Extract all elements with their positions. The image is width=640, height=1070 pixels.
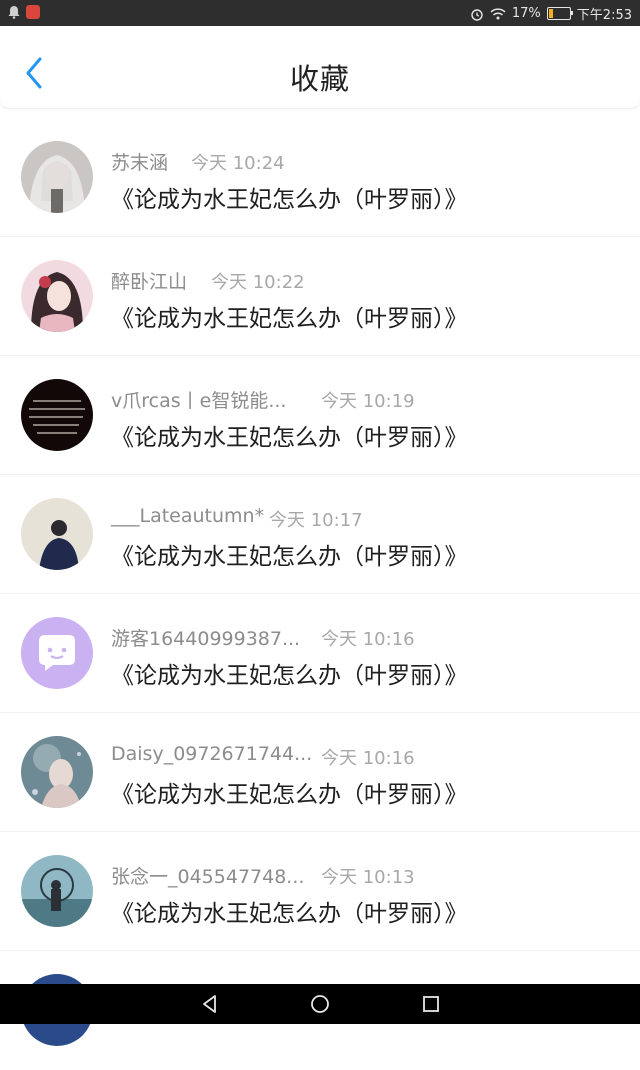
item-time: 今天 10:16	[321, 629, 415, 650]
page-title: 收藏	[289, 62, 350, 96]
status-indicators: 17% 下午2:53	[470, 4, 632, 23]
status-bar: 17% 下午2:53	[0, 0, 640, 26]
item-author: v爪rcas丨e智锐能...	[111, 390, 287, 412]
item-author: 醉卧江山	[111, 271, 188, 293]
item-title[interactable]: 《论成为水王妃怎么办（叶罗丽）》	[111, 299, 468, 333]
clock: 下午2:53	[576, 8, 632, 23]
favorites-list: 苏末涵 今天 10:24 《论成为水王妃怎么办（叶罗丽）》 醉卧江山 今天 10…	[0, 118, 640, 1070]
notification-icons	[8, 5, 40, 19]
avatar[interactable]	[21, 379, 93, 451]
item-time: 今天 10:16	[321, 748, 415, 769]
app-notification-icon	[26, 5, 40, 19]
avatar[interactable]	[21, 260, 93, 332]
list-item[interactable]: v爪rcas丨e智锐能... 今天 10:19 《论成为水王妃怎么办（叶罗丽）》	[0, 356, 640, 475]
battery-icon	[546, 7, 573, 20]
item-title[interactable]: 《论成为水王妃怎么办（叶罗丽）》	[111, 894, 468, 928]
avatar[interactable]	[21, 141, 93, 213]
list-item[interactable]: 游客16440999387... 今天 10:16 《论成为水王妃怎么办（叶罗丽…	[0, 594, 640, 713]
avatar[interactable]	[21, 498, 93, 570]
item-author: ___Lateautumn*	[111, 505, 265, 527]
item-time: 今天 10:24	[191, 153, 285, 174]
item-time: 今天 10:19	[321, 391, 415, 412]
system-navigation-bar	[0, 984, 640, 1024]
list-item[interactable]: 张念一_045547748... 今天 10:13 《论成为水王妃怎么办（叶罗丽…	[0, 832, 640, 951]
list-item[interactable]: Daisy_0972671744... 今天 10:16 《论成为水王妃怎么办（…	[0, 713, 640, 832]
item-title[interactable]: 《论成为水王妃怎么办（叶罗丽）》	[111, 418, 468, 452]
wifi-icon	[490, 7, 506, 19]
notification-bell-icon	[8, 6, 20, 19]
header: 收藏	[0, 26, 640, 109]
item-title[interactable]: 《论成为水王妃怎么办（叶罗丽）》	[111, 537, 468, 571]
item-title[interactable]: 《论成为水王妃怎么办（叶罗丽）》	[111, 656, 468, 690]
chat-bubble-avatar-icon[interactable]	[21, 617, 93, 689]
item-time: 今天 10:17	[269, 510, 363, 531]
item-author: 游客16440999387...	[111, 628, 301, 650]
avatar[interactable]	[21, 855, 93, 927]
home-circle-icon[interactable]	[308, 992, 332, 1016]
recents-square-icon[interactable]	[419, 992, 443, 1016]
list-item[interactable]: ___Lateautumn* 今天 10:17 《论成为水王妃怎么办（叶罗丽）》	[0, 475, 640, 594]
avatar[interactable]	[21, 736, 93, 808]
item-time: 今天 10:13	[321, 867, 415, 888]
back-triangle-icon[interactable]	[198, 992, 222, 1016]
item-author: Daisy_0972671744...	[111, 743, 313, 765]
item-title[interactable]: 《论成为水王妃怎么办（叶罗丽）》	[111, 180, 468, 214]
list-item[interactable]: 醉卧江山 今天 10:22 《论成为水王妃怎么办（叶罗丽）》	[0, 237, 640, 356]
list-item[interactable]: 苏末涵 今天 10:24 《论成为水王妃怎么办（叶罗丽）》	[0, 118, 640, 237]
item-time: 今天 10:22	[211, 272, 305, 293]
battery-percent: 17%	[511, 6, 541, 21]
item-author: 张念一_045547748...	[111, 866, 305, 888]
item-title[interactable]: 《论成为水王妃怎么办（叶罗丽）》	[111, 775, 468, 809]
item-author: 苏末涵	[111, 152, 169, 174]
alarm-icon	[471, 8, 483, 21]
